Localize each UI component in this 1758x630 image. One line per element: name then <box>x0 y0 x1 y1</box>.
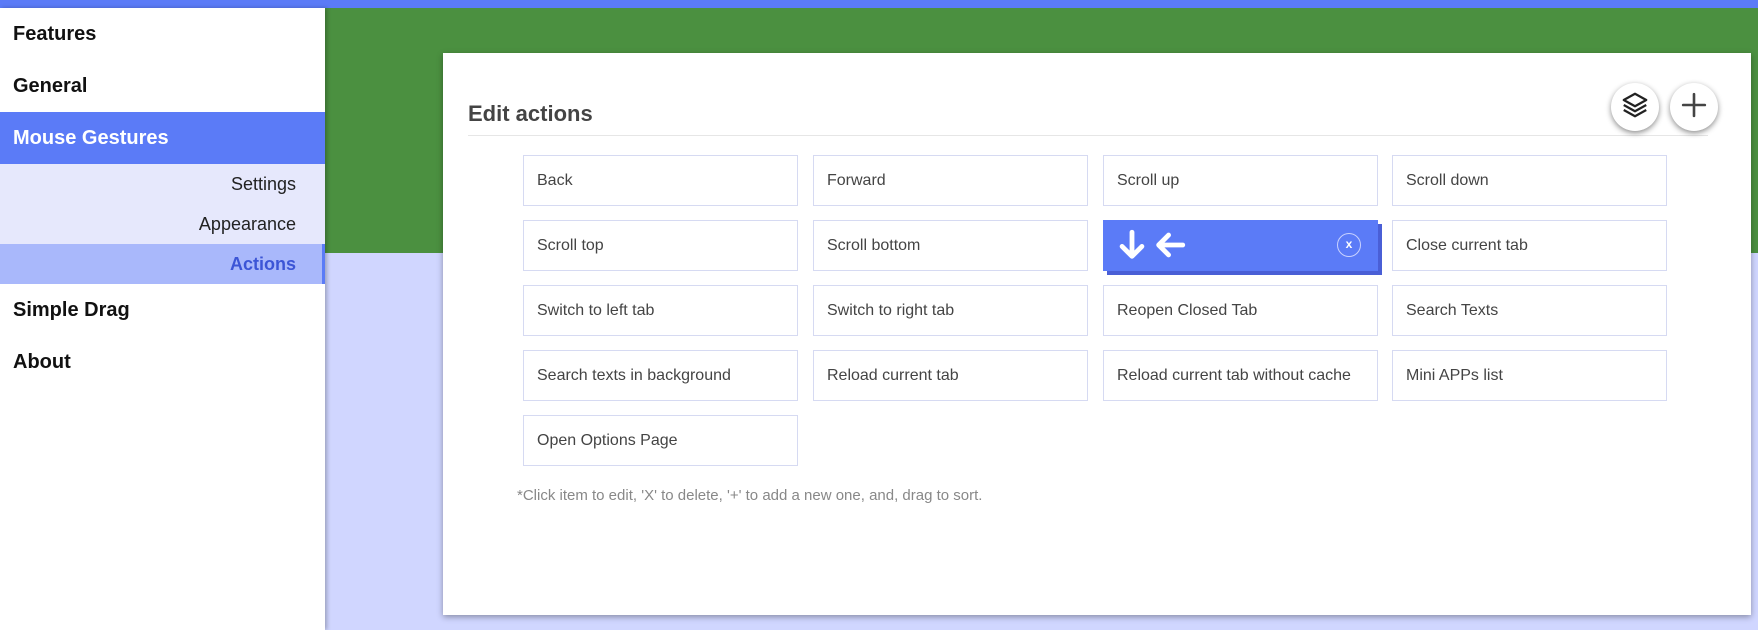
sidebar-item-mouse-gestures[interactable]: Mouse Gestures <box>0 112 325 164</box>
action-switch-left-tab[interactable]: Switch to left tab <box>523 285 798 336</box>
layers-icon <box>1620 90 1650 125</box>
options-page: Features General Mouse Gestures Settings… <box>0 0 1758 630</box>
action-mini-apps-list[interactable]: Mini APPs list <box>1392 350 1667 401</box>
action-scroll-down[interactable]: Scroll down <box>1392 155 1667 206</box>
sidebar-subitem-actions[interactable]: Actions <box>0 244 325 284</box>
action-switch-right-tab[interactable]: Switch to right tab <box>813 285 1088 336</box>
gesture-arrows <box>1115 228 1187 282</box>
sidebar-submenu-mouse-gestures: Settings Appearance Actions <box>0 164 325 284</box>
add-action-button[interactable] <box>1670 83 1718 131</box>
sidebar-subitem-settings[interactable]: Settings <box>0 164 325 204</box>
sidebar-subitem-appearance[interactable]: Appearance <box>0 204 325 244</box>
sidebar-item-simple-drag[interactable]: Simple Drag <box>0 284 325 336</box>
action-reopen-closed-tab[interactable]: Reopen Closed Tab <box>1103 285 1378 336</box>
sidebar-item-about[interactable]: About <box>0 336 325 388</box>
action-open-options-page[interactable]: Open Options Page <box>523 415 798 466</box>
action-close-current-tab[interactable]: Close current tab <box>1392 220 1667 271</box>
sidebar-item-features[interactable]: Features <box>0 8 325 60</box>
action-reload-current-tab[interactable]: Reload current tab <box>813 350 1088 401</box>
action-scroll-bottom[interactable]: Scroll bottom <box>813 220 1088 271</box>
layers-button[interactable] <box>1611 83 1659 131</box>
sidebar: Features General Mouse Gestures Settings… <box>0 8 325 630</box>
help-hint: *Click item to edit, 'X' to delete, '+' … <box>517 487 983 504</box>
action-search-texts-background[interactable]: Search texts in background <box>523 350 798 401</box>
page-title: Edit actions <box>468 101 593 126</box>
action-back[interactable]: Back <box>523 155 798 206</box>
action-scroll-top[interactable]: Scroll top <box>523 220 798 271</box>
gesture-item-dragging[interactable]: x <box>1103 220 1378 271</box>
action-forward[interactable]: Forward <box>813 155 1088 206</box>
edit-actions-card: Edit actions Back Forward Scroll up Scro… <box>443 53 1751 615</box>
action-reload-without-cache[interactable]: Reload current tab without cache <box>1103 350 1378 401</box>
plus-icon <box>1681 92 1707 123</box>
arrow-left-icon <box>1153 228 1187 282</box>
title-divider <box>468 135 1708 136</box>
action-search-texts[interactable]: Search Texts <box>1392 285 1667 336</box>
delete-gesture-button[interactable]: x <box>1337 233 1361 257</box>
action-scroll-up[interactable]: Scroll up <box>1103 155 1378 206</box>
top-accent-strip <box>0 0 1758 8</box>
arrow-down-icon <box>1115 228 1149 282</box>
sidebar-item-general[interactable]: General <box>0 60 325 112</box>
